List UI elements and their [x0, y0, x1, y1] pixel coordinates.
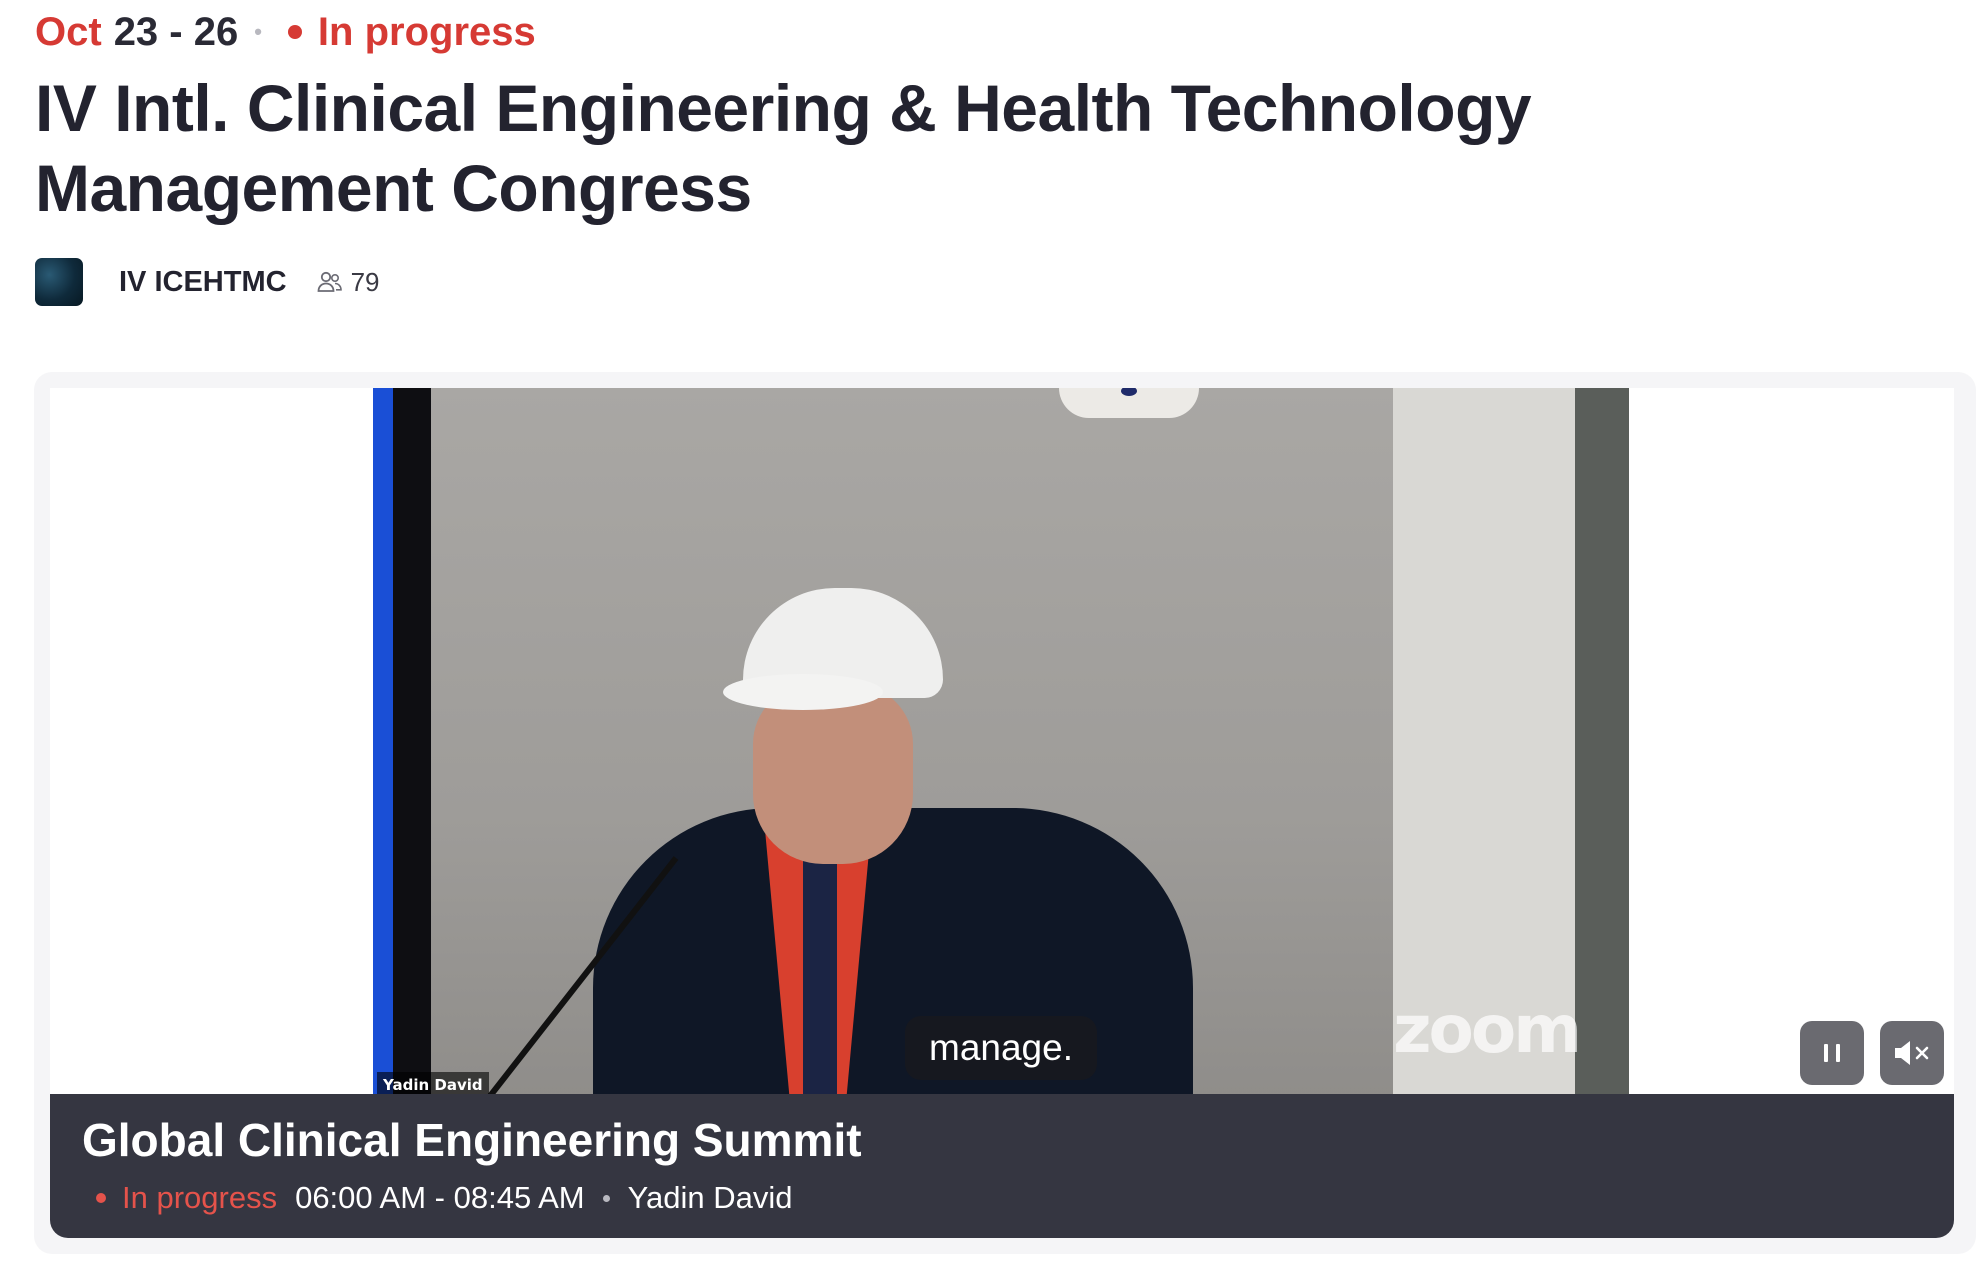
session-status: In progress [122, 1180, 278, 1215]
pause-button[interactable] [1800, 1021, 1864, 1085]
live-status-dot [287, 25, 302, 39]
speaker-jacket [593, 808, 1193, 1098]
separator-dot: • [254, 19, 262, 44]
ceiling-camera [1059, 388, 1199, 418]
video-frame[interactable]: Yadin David zoom [373, 388, 1629, 1098]
event-status: In progress [317, 10, 536, 54]
session-speaker[interactable]: Yadin David [628, 1178, 793, 1218]
event-title: IV Intl. Clinical Engineering & Health T… [35, 71, 1532, 225]
zoom-watermark: zoom [1393, 991, 1582, 1068]
session-time: 06:00 AM - 08:45 AM [295, 1180, 585, 1215]
speaker-cap-brim [723, 674, 883, 710]
event-dateline: Oct 23 - 26 • In progress [35, 8, 536, 56]
session-info-bar: Global Clinical Engineering Summit In pr… [50, 1094, 1954, 1238]
speaker-tie [803, 858, 837, 1098]
session-title[interactable]: Global Clinical Engineering Summit [82, 1112, 862, 1168]
event-date-range: 23 - 26 [113, 10, 239, 54]
video-scene-blue-edge [373, 388, 393, 1098]
organizer-name[interactable]: IV ICEHTMC [119, 266, 287, 299]
muted-speaker-icon [1895, 1041, 1929, 1065]
organizer-row: IV ICEHTMC 79 [35, 258, 379, 306]
organizer-avatar[interactable] [35, 258, 83, 306]
people-icon [317, 271, 342, 292]
member-count[interactable]: 79 [317, 266, 380, 298]
member-count-value: 79 [350, 266, 380, 297]
video-scene-door [1575, 388, 1629, 1098]
event-date-month: Oct [35, 10, 102, 54]
session-live-dot [96, 1193, 106, 1203]
session-meta: In progress 06:00 AM - 08:45 AM Yadin Da… [96, 1178, 792, 1218]
mute-toggle-button[interactable] [1880, 1021, 1944, 1085]
live-caption: manage. [905, 1016, 1097, 1080]
meta-separator-dot [602, 1194, 610, 1202]
speaker-head [723, 588, 943, 864]
speaker-face [753, 684, 913, 864]
pause-icon [1824, 1044, 1840, 1062]
